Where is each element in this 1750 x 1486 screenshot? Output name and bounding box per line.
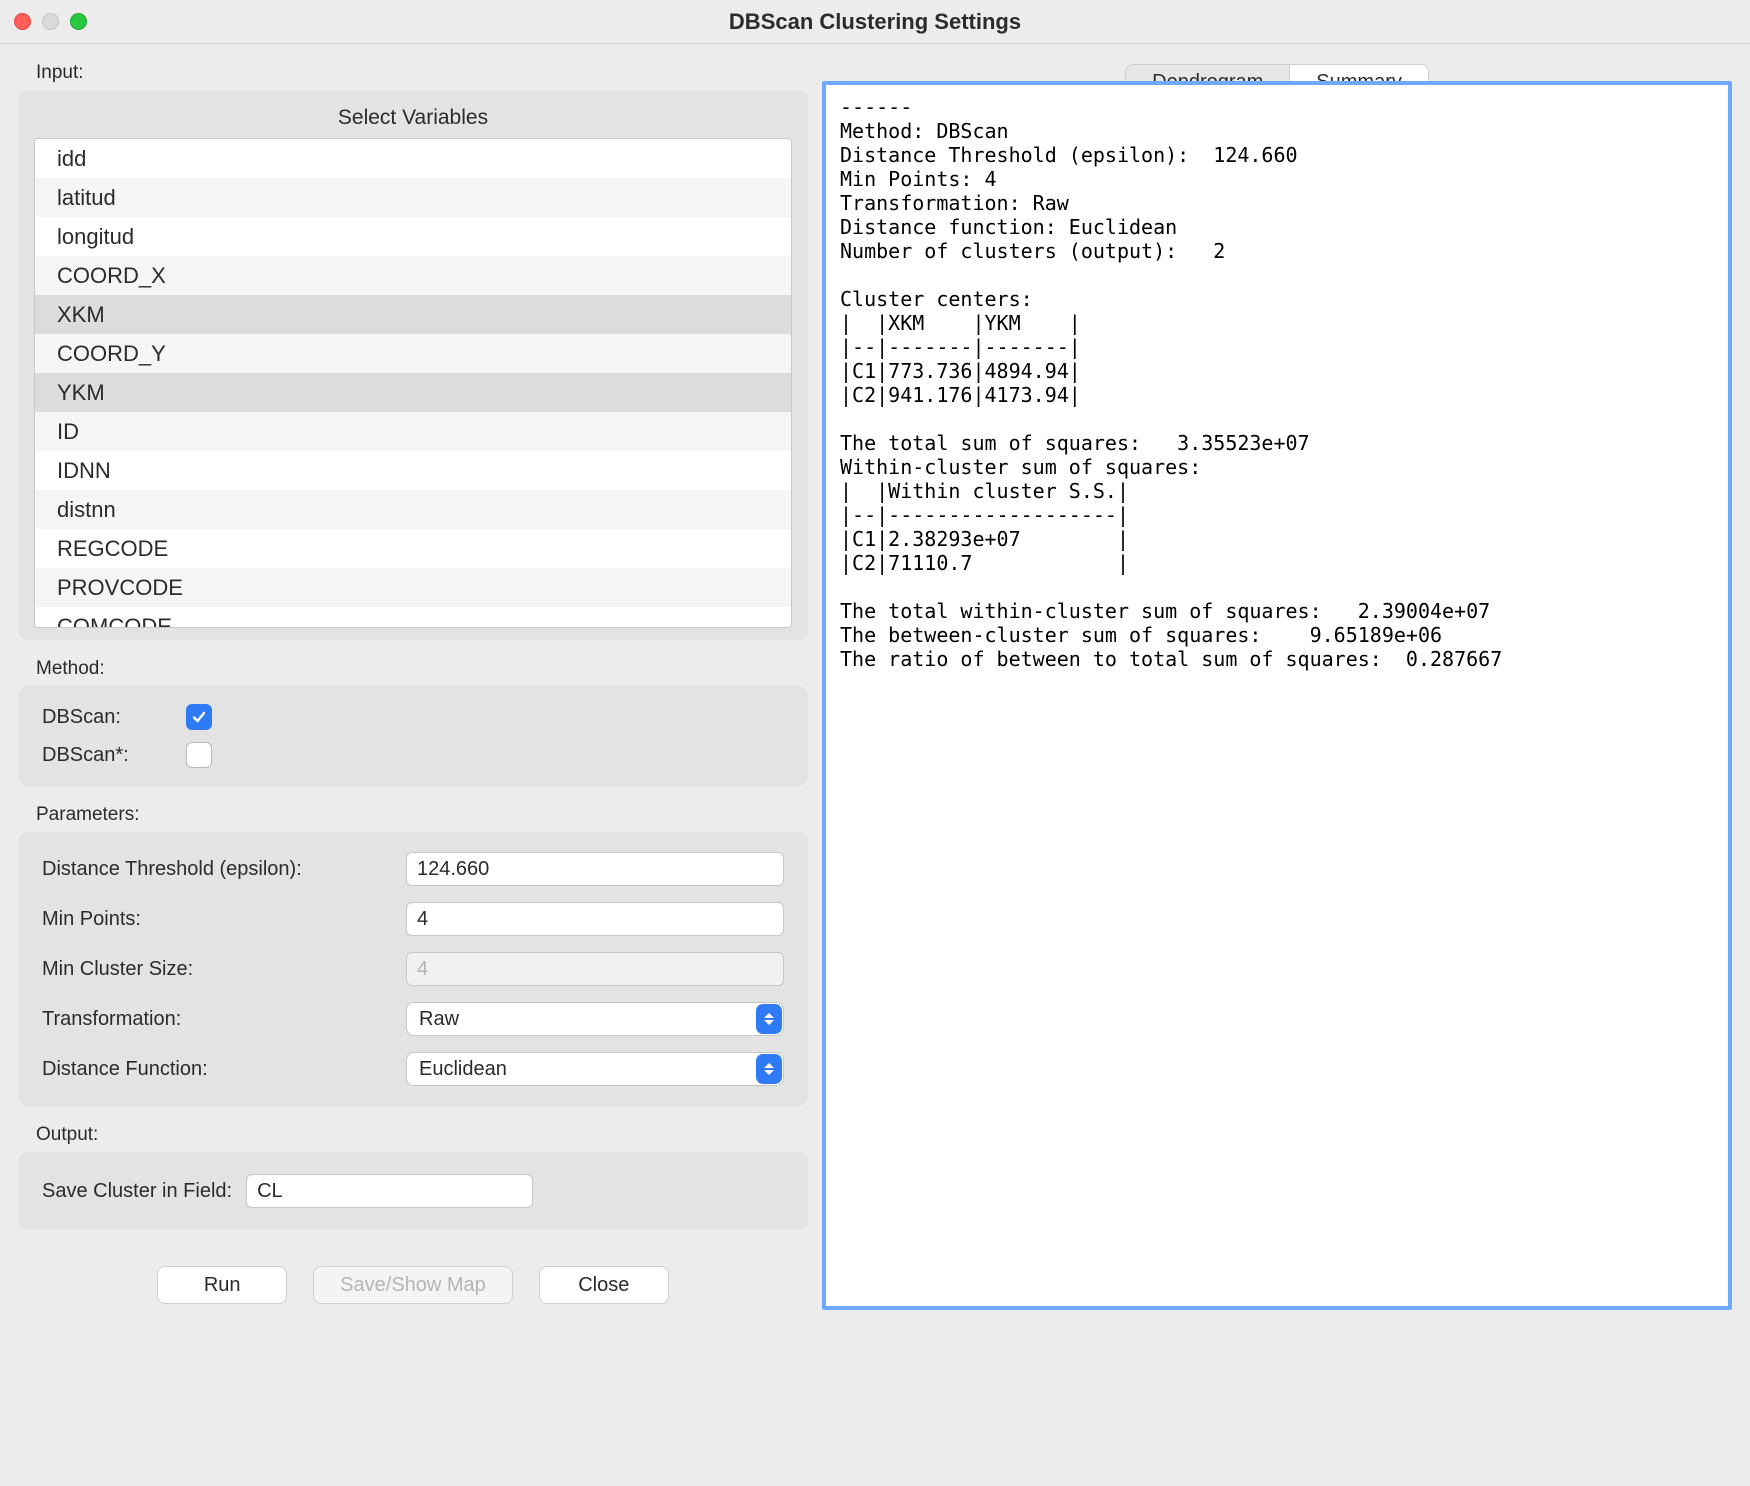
variable-list-item[interactable]: REGCODE bbox=[35, 529, 791, 568]
variable-list-item[interactable]: PROVCODE bbox=[35, 568, 791, 607]
run-button[interactable]: Run bbox=[157, 1266, 287, 1304]
transformation-label: Transformation: bbox=[42, 1008, 392, 1031]
transformation-select-wrap[interactable] bbox=[406, 1002, 784, 1036]
variable-list-item[interactable]: YKM bbox=[35, 373, 791, 412]
save-field-label: Save Cluster in Field: bbox=[42, 1180, 232, 1203]
min-cluster-label: Min Cluster Size: bbox=[42, 958, 392, 981]
output-group: Save Cluster in Field: bbox=[18, 1152, 808, 1230]
method-section-label: Method: bbox=[36, 658, 808, 680]
save-field-input[interactable] bbox=[246, 1174, 533, 1208]
variables-listbox[interactable]: iddlatitudlongitudCOORD_XXKMCOORD_YYKMID… bbox=[34, 138, 792, 628]
title-bar: DBScan Clustering Settings bbox=[0, 0, 1750, 44]
parameters-section-label: Parameters: bbox=[36, 804, 808, 826]
transformation-select[interactable] bbox=[406, 1002, 784, 1036]
distance-function-select[interactable] bbox=[406, 1052, 784, 1086]
variable-list-item[interactable]: XKM bbox=[35, 295, 791, 334]
min-cluster-input bbox=[406, 952, 784, 986]
variable-list-item[interactable]: IDNN bbox=[35, 451, 791, 490]
dbscan-star-checkbox[interactable] bbox=[186, 742, 212, 768]
min-points-label: Min Points: bbox=[42, 908, 392, 931]
variable-list-item[interactable]: COMCODE bbox=[35, 607, 791, 628]
variable-list-item[interactable]: COORD_Y bbox=[35, 334, 791, 373]
distance-function-select-wrap[interactable] bbox=[406, 1052, 784, 1086]
variable-list-item[interactable]: longitud bbox=[35, 217, 791, 256]
input-section-label: Input: bbox=[36, 62, 808, 84]
epsilon-label: Distance Threshold (epsilon): bbox=[42, 858, 392, 881]
save-show-map-button: Save/Show Map bbox=[313, 1266, 513, 1304]
variable-list-item[interactable]: idd bbox=[35, 139, 791, 178]
variable-list-item[interactable]: latitud bbox=[35, 178, 791, 217]
variable-list-item[interactable]: COORD_X bbox=[35, 256, 791, 295]
dbscan-checkbox[interactable] bbox=[186, 704, 212, 730]
parameters-group: Distance Threshold (epsilon): Min Points… bbox=[18, 832, 808, 1106]
distance-function-label: Distance Function: bbox=[42, 1058, 392, 1081]
summary-textarea[interactable]: ------ Method: DBScan Distance Threshold… bbox=[822, 81, 1732, 1310]
min-points-input[interactable] bbox=[406, 902, 784, 936]
input-group: Select Variables iddlatitudlongitudCOORD… bbox=[18, 90, 808, 640]
method-group: DBScan: DBScan*: bbox=[18, 686, 808, 786]
close-button[interactable]: Close bbox=[539, 1266, 669, 1304]
variable-list-item[interactable]: distnn bbox=[35, 490, 791, 529]
dbscan-star-label: DBScan*: bbox=[42, 744, 162, 767]
select-variables-title: Select Variables bbox=[34, 106, 792, 130]
epsilon-input[interactable] bbox=[406, 852, 784, 886]
action-button-row: Run Save/Show Map Close bbox=[18, 1248, 808, 1310]
variable-list-item[interactable]: ID bbox=[35, 412, 791, 451]
output-section-label: Output: bbox=[36, 1124, 808, 1146]
dbscan-label: DBScan: bbox=[42, 706, 162, 729]
window-title: DBScan Clustering Settings bbox=[0, 9, 1750, 35]
